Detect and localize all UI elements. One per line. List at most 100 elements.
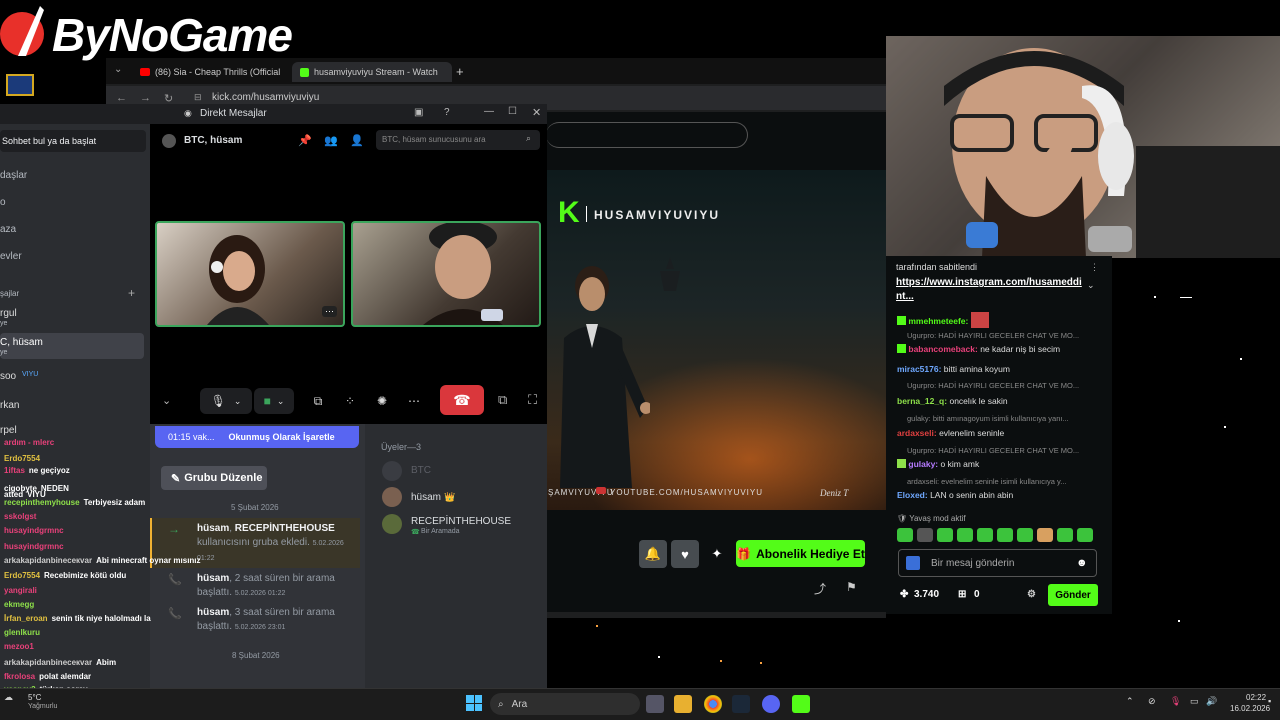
forward-icon[interactable]: → (140, 92, 151, 104)
leave-call-button[interactable]: ☎ (440, 385, 484, 415)
emote-icon[interactable] (997, 528, 1013, 542)
sidebar-item-2[interactable]: o (0, 197, 6, 208)
minimize-icon[interactable]: — (484, 106, 494, 117)
weather-temp[interactable]: 5°C (28, 693, 41, 702)
unread-banner[interactable]: 01:15 vak... Okunmuş Olarak İşaretle (155, 426, 359, 448)
chat-username[interactable]: mmehmeteefe: (908, 316, 968, 326)
volume-icon[interactable]: 🔊 (1206, 696, 1217, 707)
chat-username[interactable]: gulaky: (908, 459, 938, 469)
pin-menu-icon[interactable]: ⋮ (1090, 262, 1099, 273)
display-icon[interactable]: ▭ (1190, 696, 1199, 707)
emote-icon[interactable] (937, 528, 953, 542)
emote-icon[interactable] (1017, 528, 1033, 542)
sidebar-item-friends[interactable]: daşlar (0, 170, 27, 181)
overlay-chat-message: arkakapidanbineceкvar Abi minecraft oynar… (4, 556, 201, 565)
pin-collapse-chevron-icon[interactable]: ⌄ (1087, 280, 1095, 291)
sidebar-item-quests[interactable]: evler (0, 251, 22, 262)
share-icon[interactable]: ⤴ (814, 580, 826, 597)
channel-points[interactable]: 3.740 (914, 589, 939, 600)
tray-chevron-icon[interactable]: ⌃ (1126, 696, 1134, 707)
taskbar-search[interactable]: ⌕ Ara (490, 693, 640, 715)
sparkle-button[interactable]: ✦ (703, 540, 731, 568)
screenshare-button[interactable]: ⧉ (306, 388, 330, 414)
follow-button[interactable]: ♥ (671, 540, 699, 568)
member-name[interactable]: BTC (411, 465, 431, 476)
tab-youtube[interactable]: (86) Sia - Cheap Thrills (Official (132, 62, 290, 82)
message-author[interactable]: hüsam (197, 573, 229, 584)
microphone-button[interactable]: 🎙 ⌄ (200, 388, 252, 414)
activities-button[interactable]: ⁘ (338, 388, 362, 414)
gift-count[interactable]: 0 (974, 589, 980, 600)
mark-read-button[interactable]: Okunmuş Olarak İşaretle (229, 432, 335, 442)
pin-icon[interactable]: 📌 (298, 134, 312, 147)
server-search-input[interactable]: BTC, hüsam sunucusunu ara (376, 130, 540, 150)
send-button[interactable]: Gönder (1048, 584, 1098, 606)
chrome-icon[interactable] (704, 695, 722, 713)
emote-icon[interactable] (1057, 528, 1073, 542)
tab-kick[interactable]: husamviyuviyu Stream - Watch (292, 62, 452, 82)
clock-date[interactable]: 16.02.2026 (1230, 704, 1270, 713)
kick-app-icon[interactable] (906, 556, 920, 570)
file-explorer-icon[interactable] (674, 695, 692, 713)
emote-icon[interactable] (1077, 528, 1093, 542)
notification-bell-button[interactable]: 🔔 (639, 540, 667, 568)
more-options-button[interactable]: ⋯ (402, 388, 426, 414)
site-info-icon[interactable]: ⊟ (194, 92, 202, 103)
camera-button[interactable]: ■ ⌄ (254, 388, 294, 414)
chat-username[interactable]: Eloxed: (897, 490, 928, 500)
steam-icon[interactable] (732, 695, 750, 713)
inbox-icon[interactable]: ▣ (414, 107, 423, 118)
report-icon[interactable]: ⚑ (846, 580, 857, 594)
tab-list-chevron-icon[interactable]: ⌄ (114, 64, 122, 75)
kick-search-input[interactable] (546, 122, 748, 148)
edit-group-button[interactable]: ✎ Grubu Düzenle (161, 466, 267, 490)
help-icon[interactable]: ? (444, 107, 450, 118)
new-dm-button[interactable]: + (128, 286, 135, 300)
sidebar-item-shop[interactable]: aza (0, 224, 16, 235)
close-icon[interactable]: ✕ (532, 106, 541, 119)
pinned-link[interactable]: https://www.instagram.com/husameddi nt..… (896, 276, 1082, 304)
message-author[interactable]: hüsam (197, 523, 229, 534)
member-name[interactable]: RECEPİNTHEHOUSE (411, 516, 511, 527)
clock-time[interactable]: 02:22 (1246, 693, 1266, 702)
tile-more-icon[interactable]: ⋯ (322, 306, 337, 317)
notification-icon[interactable]: ▪ (1268, 696, 1271, 706)
emote-icon[interactable] (977, 528, 993, 542)
fullscreen-icon[interactable]: ⛶ (528, 392, 537, 408)
chat-username[interactable]: babancomeback: (908, 344, 977, 354)
soundboard-button[interactable]: ✺ (370, 388, 394, 414)
maximize-icon[interactable]: ☐ (508, 106, 517, 117)
dm-item[interactable]: soo (0, 371, 16, 382)
popout-icon[interactable]: ⧉ (498, 392, 507, 408)
dm-search-input[interactable]: Sohbet bul ya da başlat (0, 130, 146, 152)
chat-username[interactable]: ardaxseli: (897, 428, 937, 438)
kick-taskbar-icon[interactable] (792, 695, 810, 713)
start-button[interactable] (466, 695, 482, 711)
gift-subscription-button[interactable]: 🎁 Abonelik Hediye Et (736, 540, 865, 567)
collapse-chevron-icon[interactable]: ⌄ (162, 394, 171, 407)
emote-icon[interactable] (957, 528, 973, 542)
chat-username[interactable]: mirac5176: (897, 364, 941, 374)
new-tab-button[interactable]: + (456, 64, 464, 79)
dm-item[interactable]: rkan (0, 400, 19, 411)
message-author[interactable]: hüsam (197, 607, 229, 618)
add-member-icon[interactable]: 👥 (324, 134, 338, 147)
chat-username[interactable]: berna_12_q: (897, 396, 947, 406)
mentioned-user[interactable]: RECEPİNTHEHOUSE (235, 523, 335, 534)
task-view-icon[interactable] (646, 695, 664, 713)
member-name[interactable]: hüsam (411, 492, 441, 503)
emoji-picker-icon[interactable]: ☻ (1076, 557, 1088, 569)
url-text[interactable]: kick.com/husamviyuviyu (212, 92, 319, 103)
microphone-tray-icon[interactable]: 🎙 (1170, 696, 1181, 707)
emote-icon[interactable] (917, 528, 933, 542)
emote-icon[interactable] (897, 528, 913, 542)
back-icon[interactable]: ← (116, 92, 127, 104)
dm-item[interactable]: rgul (0, 308, 17, 319)
chat-message-input[interactable]: Bir mesaj gönderin (898, 549, 1097, 577)
dm-item[interactable]: rpel (0, 425, 17, 436)
network-off-icon[interactable]: ⊘ (1148, 696, 1156, 707)
discord-taskbar-icon[interactable] (762, 695, 780, 713)
emote-icon[interactable] (1037, 528, 1053, 542)
members-icon[interactable]: 👤 (350, 134, 364, 147)
chat-settings-icon[interactable]: ⚙ (1027, 589, 1036, 600)
